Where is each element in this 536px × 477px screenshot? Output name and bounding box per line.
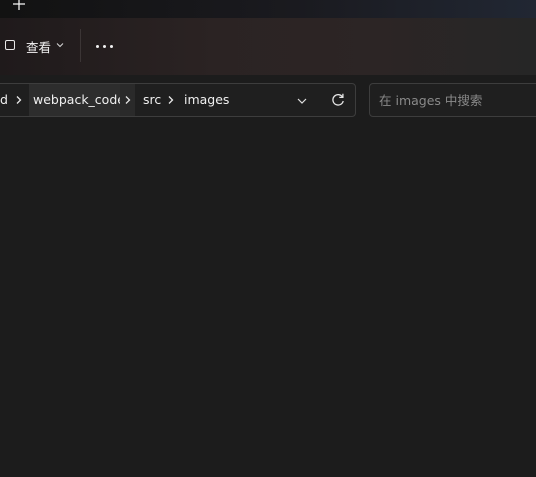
address-bar[interactable]: d webpack_code src images — [0, 83, 356, 117]
file-list-empty[interactable] — [0, 125, 536, 477]
chevron-right-icon[interactable] — [124, 95, 132, 105]
chevron-down-icon — [56, 43, 64, 48]
breadcrumb-item[interactable]: d — [0, 84, 8, 116]
more-dot — [103, 45, 107, 49]
chevron-right-icon[interactable] — [15, 95, 23, 105]
breadcrumb-item[interactable]: webpack_code — [29, 84, 129, 116]
recent-locations-button[interactable] — [295, 93, 309, 107]
breadcrumb-item[interactable]: images — [184, 84, 229, 116]
search-input[interactable] — [370, 84, 536, 116]
view-menu-label: 查看 — [26, 40, 52, 55]
breadcrumb-item[interactable]: src — [143, 84, 161, 116]
search-box[interactable] — [369, 83, 536, 117]
refresh-icon — [332, 93, 344, 106]
more-options-button[interactable] — [92, 32, 118, 60]
title-bar — [0, 0, 536, 18]
more-dot — [110, 45, 114, 49]
file-explorer-window: 查看 d webpack_code src images — [0, 0, 536, 477]
view-menu-button[interactable]: 查看 — [0, 32, 72, 60]
chevron-right-icon[interactable] — [167, 95, 175, 105]
command-bar: 查看 — [0, 18, 536, 75]
chevron-down-icon — [297, 98, 307, 104]
refresh-button[interactable] — [330, 92, 346, 108]
toolbar-divider — [80, 29, 81, 62]
more-horizontal-icon — [96, 45, 100, 49]
plus-icon — [13, 0, 25, 10]
view-square-icon — [5, 40, 15, 50]
new-tab-button[interactable] — [10, 0, 28, 13]
